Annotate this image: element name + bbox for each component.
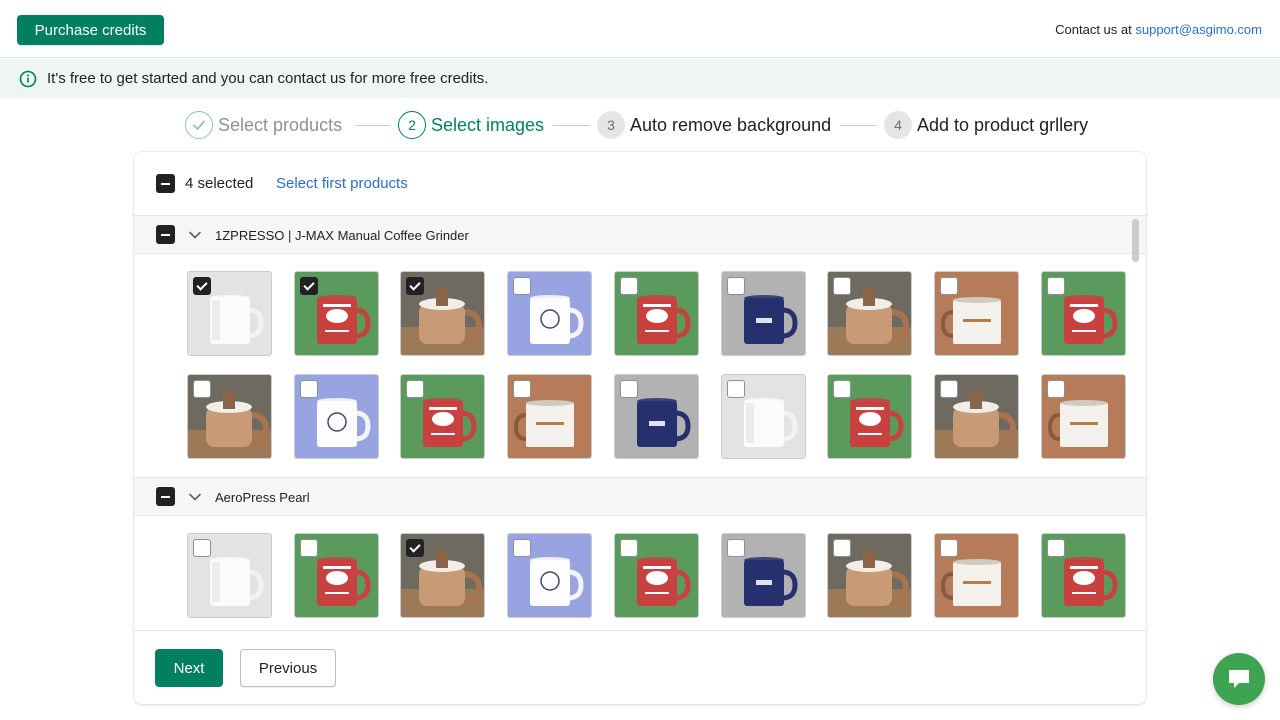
image-checkbox[interactable] bbox=[833, 277, 851, 295]
product-image-thumbnail[interactable] bbox=[507, 374, 592, 459]
product-group-header[interactable]: AeroPress Pearl bbox=[134, 477, 1146, 516]
image-checkbox[interactable] bbox=[620, 539, 638, 557]
product-image-thumbnail[interactable] bbox=[721, 374, 806, 459]
product-image-thumbnail[interactable] bbox=[400, 374, 485, 459]
image-checkbox[interactable] bbox=[1047, 380, 1065, 398]
product-image-thumbnail[interactable] bbox=[507, 533, 592, 618]
image-checkbox[interactable] bbox=[940, 277, 958, 295]
image-checkbox[interactable] bbox=[727, 380, 745, 398]
purchase-credits-button[interactable]: Purchase credits bbox=[17, 15, 164, 45]
step-connector bbox=[840, 125, 877, 126]
product-image-thumbnail[interactable] bbox=[721, 533, 806, 618]
image-checkbox[interactable] bbox=[193, 380, 211, 398]
product-image-thumbnail[interactable] bbox=[934, 533, 1019, 618]
product-group-title: AeroPress Pearl bbox=[215, 490, 310, 505]
select-all-checkbox[interactable] bbox=[156, 174, 175, 193]
next-button[interactable]: Next bbox=[155, 649, 223, 687]
previous-button[interactable]: Previous bbox=[240, 649, 336, 687]
info-icon bbox=[19, 70, 37, 88]
contact-prefix: Contact us at bbox=[1055, 22, 1136, 37]
image-checkbox[interactable] bbox=[727, 277, 745, 295]
chevron-down-icon[interactable] bbox=[188, 228, 202, 242]
top-bar: Purchase credits Contact us at support@a… bbox=[0, 0, 1280, 58]
product-image-thumbnail[interactable] bbox=[721, 271, 806, 356]
product-image-thumbnail[interactable] bbox=[614, 533, 699, 618]
image-checkbox[interactable] bbox=[513, 277, 531, 295]
product-image-thumbnail[interactable] bbox=[827, 271, 912, 356]
image-checkbox[interactable] bbox=[940, 539, 958, 557]
product-image-thumbnail[interactable] bbox=[934, 271, 1019, 356]
product-image-thumbnail[interactable] bbox=[1041, 271, 1126, 356]
scrollbar[interactable] bbox=[1132, 219, 1139, 262]
progress-stepper: Select products 2 Select images 3 Auto r… bbox=[0, 108, 1280, 142]
step-number: 3 bbox=[597, 111, 625, 139]
product-image-thumbnail[interactable] bbox=[614, 271, 699, 356]
product-group-checkbox[interactable] bbox=[156, 487, 175, 506]
image-checkbox[interactable] bbox=[406, 277, 424, 295]
select-first-products-link[interactable]: Select first products bbox=[276, 175, 408, 192]
product-image-thumbnail[interactable] bbox=[400, 533, 485, 618]
product-image-thumbnail[interactable] bbox=[294, 271, 379, 356]
product-image-thumbnail[interactable] bbox=[1041, 374, 1126, 459]
product-image-thumbnail[interactable] bbox=[1041, 533, 1126, 618]
image-checkbox[interactable] bbox=[620, 380, 638, 398]
step-select-products: Select products bbox=[185, 108, 342, 142]
image-list[interactable]: 1ZPRESSO | J-MAX Manual Coffee Grinder Ae… bbox=[134, 215, 1146, 630]
chat-button[interactable] bbox=[1213, 653, 1265, 705]
chat-icon bbox=[1229, 670, 1249, 688]
image-checkbox[interactable] bbox=[193, 539, 211, 557]
image-selection-card: 4 selected Select first products 1ZPRESS… bbox=[134, 152, 1146, 704]
image-checkbox[interactable] bbox=[620, 277, 638, 295]
step-label: Add to product grllery bbox=[917, 114, 1089, 135]
product-image-thumbnail[interactable] bbox=[934, 374, 1019, 459]
image-checkbox[interactable] bbox=[513, 539, 531, 557]
product-image-thumbnail[interactable] bbox=[294, 533, 379, 618]
step-label: Auto remove background bbox=[630, 114, 832, 135]
step-auto-remove-background: 3 Auto remove background bbox=[597, 108, 831, 142]
contact-info: Contact us at support@asgimo.com bbox=[1055, 22, 1262, 37]
step-add-to-gallery: 4 Add to product grllery bbox=[884, 108, 1088, 142]
selected-count: 4 selected bbox=[185, 175, 254, 192]
step-label: Select products bbox=[218, 114, 343, 135]
step-number: 4 bbox=[884, 111, 912, 139]
card-footer: Next Previous bbox=[134, 630, 1146, 704]
image-checkbox[interactable] bbox=[193, 277, 211, 295]
image-checkbox[interactable] bbox=[833, 539, 851, 557]
product-image-thumbnail[interactable] bbox=[187, 374, 272, 459]
image-checkbox[interactable] bbox=[1047, 539, 1065, 557]
step-label: Select images bbox=[431, 114, 545, 135]
image-checkbox[interactable] bbox=[406, 539, 424, 557]
image-checkbox[interactable] bbox=[833, 380, 851, 398]
product-image-thumbnail[interactable] bbox=[614, 374, 699, 459]
image-checkbox[interactable] bbox=[406, 380, 424, 398]
product-group-title: 1ZPRESSO | J-MAX Manual Coffee Grinder bbox=[215, 228, 469, 243]
chevron-down-icon[interactable] bbox=[188, 490, 202, 504]
check-icon bbox=[185, 111, 213, 139]
image-checkbox[interactable] bbox=[940, 380, 958, 398]
product-image-thumbnail[interactable] bbox=[827, 374, 912, 459]
selection-header: 4 selected Select first products bbox=[134, 152, 1146, 215]
support-email-link[interactable]: support@asgimo.com bbox=[1135, 22, 1262, 37]
product-image-thumbnail[interactable] bbox=[507, 271, 592, 356]
product-image-thumbnail[interactable] bbox=[827, 533, 912, 618]
image-checkbox[interactable] bbox=[300, 539, 318, 557]
step-connector bbox=[553, 125, 590, 126]
product-group-checkbox[interactable] bbox=[156, 225, 175, 244]
info-banner: It's free to get started and you can con… bbox=[0, 59, 1280, 98]
product-image-thumbnail[interactable] bbox=[187, 271, 272, 356]
product-image-thumbnail[interactable] bbox=[294, 374, 379, 459]
image-checkbox[interactable] bbox=[300, 380, 318, 398]
product-image-thumbnail[interactable] bbox=[400, 271, 485, 356]
product-group-header[interactable]: 1ZPRESSO | J-MAX Manual Coffee Grinder bbox=[134, 215, 1146, 254]
image-checkbox[interactable] bbox=[727, 539, 745, 557]
image-checkbox[interactable] bbox=[513, 380, 531, 398]
banner-text: It's free to get started and you can con… bbox=[47, 70, 489, 87]
step-select-images: 2 Select images bbox=[398, 108, 544, 142]
product-image-thumbnail[interactable] bbox=[187, 533, 272, 618]
step-connector bbox=[355, 125, 390, 126]
step-number: 2 bbox=[398, 111, 426, 139]
image-checkbox[interactable] bbox=[300, 277, 318, 295]
image-checkbox[interactable] bbox=[1047, 277, 1065, 295]
